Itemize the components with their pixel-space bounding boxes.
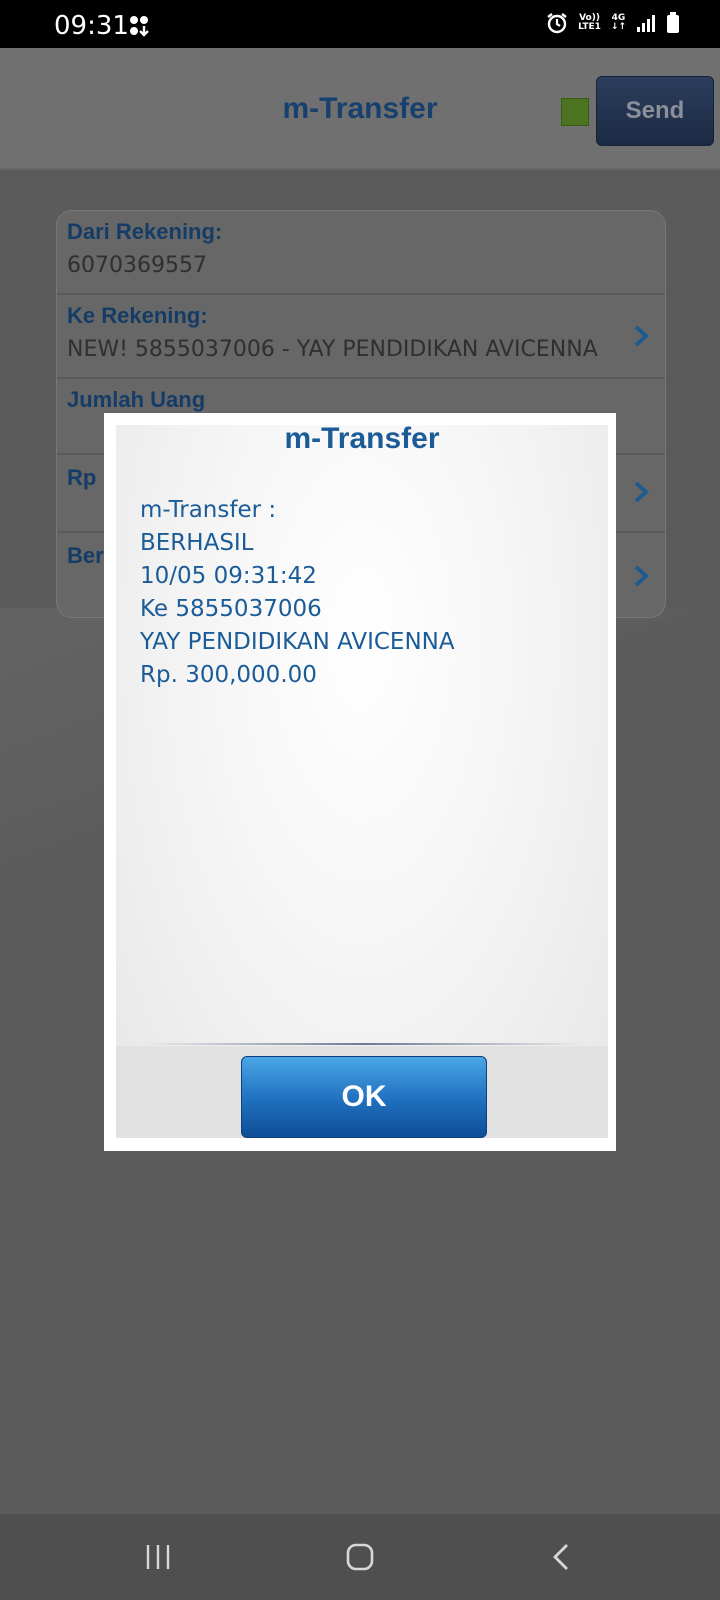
form-value: 6070369557: [67, 253, 207, 278]
dialog-divider: [145, 1043, 585, 1045]
navigation-bar: [0, 1514, 720, 1600]
form-label: Ber: [67, 543, 104, 568]
form-label: Ke Rekening:: [67, 303, 208, 328]
message-line: Rp. 300,000.00: [140, 662, 317, 688]
form-row-destination-account[interactable]: Ke Rekening: NEW! 5855037006 - YAY PENDI…: [57, 295, 665, 379]
message-line: Ke 5855037006: [140, 596, 322, 622]
status-time: 09:31: [54, 11, 129, 41]
back-icon: [553, 1544, 568, 1570]
recent-apps-button[interactable]: [133, 1532, 183, 1582]
message-line: m-Transfer :: [140, 497, 277, 523]
chevron-right-icon: [634, 481, 649, 503]
form-row-source-account[interactable]: Dari Rekening: 6070369557: [57, 211, 665, 295]
alarm-icon: [547, 13, 567, 34]
message-line: BERHASIL: [140, 530, 254, 556]
chevron-right-icon: [634, 325, 649, 347]
form-label: Dari Rekening:: [67, 219, 223, 244]
chevron-right-icon: [634, 565, 649, 587]
form-label: Rp: [67, 465, 97, 490]
status-icons: Vo)) LTE1 4G ↓↑: [546, 12, 680, 34]
back-button[interactable]: [537, 1532, 587, 1582]
data-arrows-icon: ↓↑: [610, 22, 626, 32]
lte-label: LTE1: [578, 22, 601, 32]
form-label: Jumlah Uang: [67, 387, 206, 412]
ok-button[interactable]: OK: [241, 1056, 487, 1138]
form-value: NEW! 5855037006 - YAY PENDIDIKAN AVICENN…: [67, 337, 598, 362]
send-button[interactable]: Send: [596, 76, 714, 146]
status-indicator: [561, 98, 589, 126]
notification-icon: [130, 16, 149, 37]
message-line: 10/05 09:31:42: [140, 563, 317, 589]
volte-indicator: Vo)) LTE1: [578, 14, 601, 32]
status-bar: 09:31 Vo)) LTE1 4G ↓↑: [0, 0, 720, 48]
dialog-message: m-Transfer : BERHASIL 10/05 09:31:42 Ke …: [140, 494, 590, 692]
network-indicator: 4G ↓↑: [611, 14, 626, 32]
dialog-title: m-Transfer: [284, 422, 440, 455]
message-line: YAY PENDIDIKAN AVICENNA: [140, 629, 455, 655]
signal-icon: [637, 15, 655, 32]
home-icon: [346, 1543, 374, 1571]
home-button[interactable]: [335, 1532, 385, 1582]
battery-icon: [667, 12, 679, 33]
recent-apps-icon: [146, 1545, 170, 1569]
